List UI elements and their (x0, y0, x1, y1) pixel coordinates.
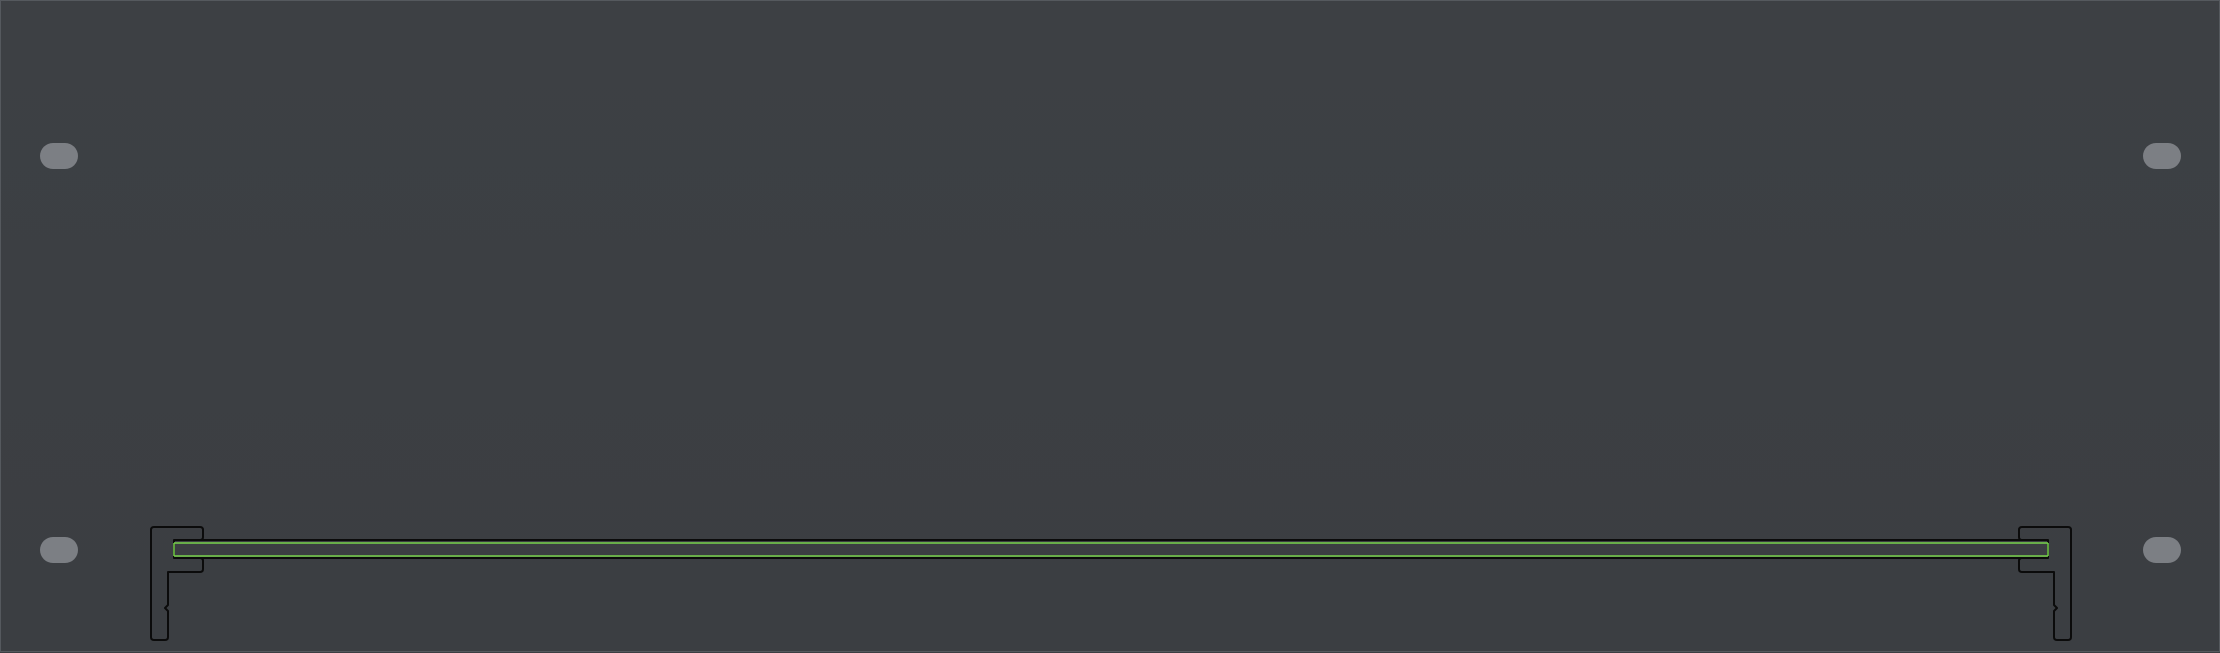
bracket-profile-drawing (150, 526, 2072, 641)
left-bracket-profile (150, 526, 204, 641)
rack-panel (0, 0, 2220, 652)
right-bracket-profile (2018, 526, 2072, 641)
rail-channel (173, 539, 2049, 559)
bracket-profile-outline (150, 526, 2072, 641)
